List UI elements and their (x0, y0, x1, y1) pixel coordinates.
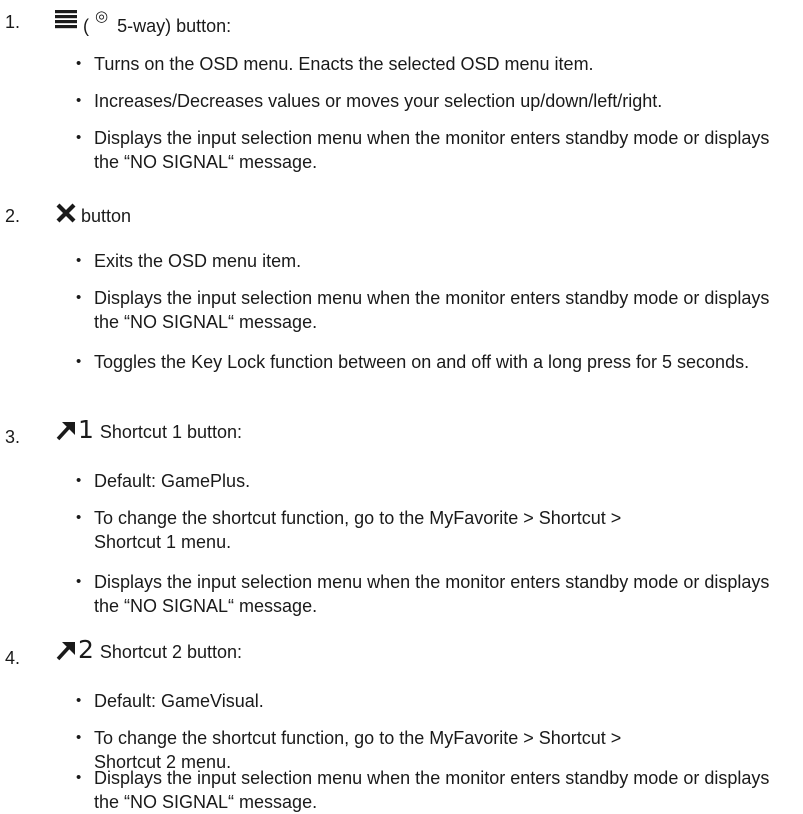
list-item: • Increases/Decreases values or moves yo… (76, 91, 663, 111)
list-item: • Displays the input selection menu when… (76, 288, 770, 332)
list-item: • Default: GameVisual. (76, 691, 264, 711)
item-2-header-label: button (81, 206, 132, 226)
item-1-number: 1. (5, 12, 21, 32)
bullet-icon: • (76, 55, 82, 72)
bullet-icon: • (76, 573, 82, 590)
shortcut-arrow-icon (55, 639, 77, 661)
bullet-icon: • (76, 692, 82, 709)
shortcut-arrow-icon (55, 419, 77, 441)
joystick-icon: ◎ (95, 7, 109, 25)
item-1-header: ( ◎ 5-way) button: (55, 2, 231, 36)
menu-lines-icon (55, 9, 77, 29)
bullet-icon: • (76, 729, 82, 746)
list-item: • Default: GamePlus. (76, 471, 251, 491)
bullet-icon: • (76, 509, 82, 526)
close-x-icon (55, 202, 77, 224)
item-2-header: button (55, 200, 131, 226)
list-item: • Displays the input selection menu when… (76, 572, 770, 616)
bullet-icon: • (76, 252, 82, 269)
item-3-header: 1 Shortcut 1 button: (55, 415, 242, 444)
bullet-icon: • (76, 289, 82, 306)
bullet-icon: • (76, 92, 82, 109)
list-item: • Turns on the OSD menu. Enacts the sele… (76, 54, 594, 74)
list-item: • To change the shortcut function, go to… (76, 508, 622, 552)
shortcut-2-digit: 2 (78, 635, 94, 664)
item-4-header-label: Shortcut 2 button: (99, 642, 242, 662)
item-1-open-paren: ( (83, 16, 89, 36)
shortcut-1-digit: 1 (78, 415, 94, 444)
item-1-header-label: 5-way) button: (117, 16, 232, 36)
bullet-icon: • (76, 129, 82, 146)
item-3-number: 3. (5, 427, 21, 447)
bullet-icon: • (76, 769, 82, 786)
list-item: • Displays the input selection menu when… (76, 768, 770, 812)
list-item: • Exits the OSD menu item. (76, 251, 302, 271)
item-2-number: 2. (5, 206, 21, 226)
item-4-header: 2 Shortcut 2 button: (55, 635, 242, 664)
bullet-icon: • (76, 353, 82, 370)
item-4-number: 4. (5, 648, 21, 668)
list-item: • Displays the input selection menu when… (76, 128, 770, 172)
bullet-icon: • (76, 472, 82, 489)
item-3-header-label: Shortcut 1 button: (99, 422, 242, 442)
list-item: • Toggles the Key Lock function between … (76, 352, 750, 372)
